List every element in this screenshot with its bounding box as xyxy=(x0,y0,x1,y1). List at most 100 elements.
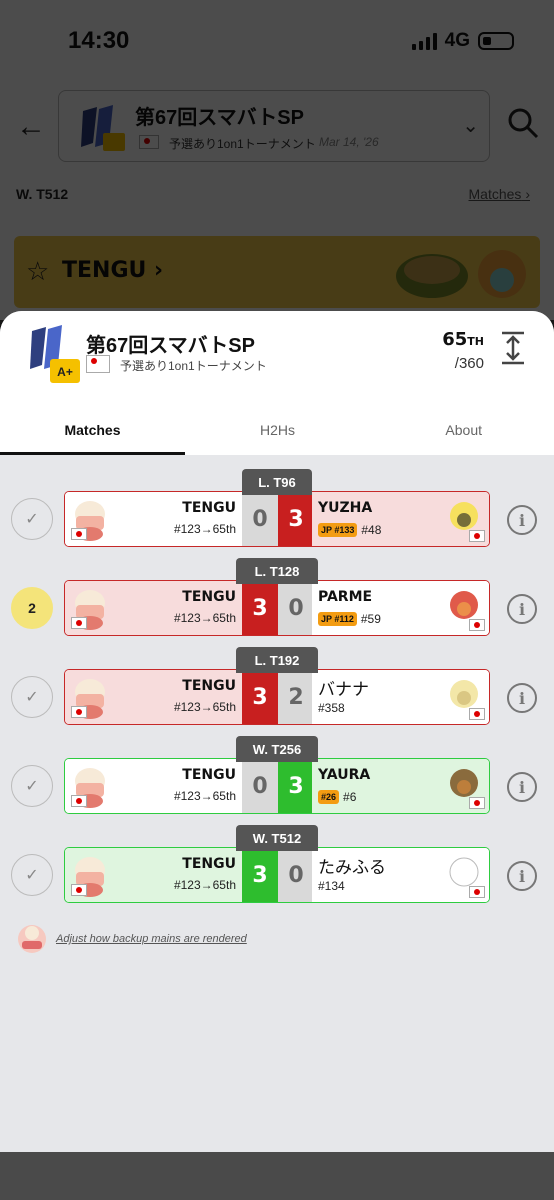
player-seed: #123→65th xyxy=(173,611,236,625)
match-card[interactable]: TENGU #123→65th 3 0 たみふる #134 xyxy=(64,847,490,903)
round-label: L. T96 xyxy=(242,469,312,495)
match-row[interactable]: L. T128 2 TENGU #123→65th 3 0 PARME JP #… xyxy=(0,558,554,638)
event-logo: A+ xyxy=(30,325,80,383)
opponent-info: JP #133 #48 xyxy=(318,523,381,537)
bg-matches-link[interactable]: Matches › xyxy=(469,186,530,202)
event-logo xyxy=(81,105,125,151)
event-subtitle: 予選あり1on1トーナメント xyxy=(169,137,316,151)
player-seed: #123→65th xyxy=(173,700,236,714)
player-banner[interactable]: ☆ TENGU › xyxy=(14,236,540,308)
opponent-score: 0 xyxy=(278,581,314,635)
tab-bar: Matches H2Hs About xyxy=(0,405,554,455)
info-icon[interactable]: i xyxy=(507,505,537,535)
match-card[interactable]: TENGU #123→65th 3 2 バナナ #358 xyxy=(64,669,490,725)
round-label: W. T512 xyxy=(236,825,318,851)
check-icon[interactable]: ✓ xyxy=(11,676,53,718)
player-score: 3 xyxy=(242,670,278,724)
opponent-seed: #59 xyxy=(360,612,381,626)
player-side: TENGU #123→65th xyxy=(65,492,242,546)
placement-rank: 65TH xyxy=(442,329,484,350)
event-selector[interactable]: 第67回スマバトSP 予選あり1on1トーナメント Mar 14, '26 ⌄ xyxy=(58,90,490,162)
round-label: W. T256 xyxy=(236,736,318,762)
match-row[interactable]: W. T256 ✓ TENGU #123→65th 0 3 YAURA #26 … xyxy=(0,736,554,816)
opponent-rank-badge: JP #133 xyxy=(318,523,358,537)
search-icon[interactable] xyxy=(506,106,540,140)
opponent-info: #134 xyxy=(318,879,345,893)
battery-icon xyxy=(478,32,514,50)
match-card[interactable]: TENGU #123→65th 0 3 YUZHA JP #133 #48 xyxy=(64,491,490,547)
match-card[interactable]: TENGU #123→65th 0 3 YAURA #26 #6 xyxy=(64,758,490,814)
opponent-seed: #134 xyxy=(318,879,345,893)
status-indicators: 4G xyxy=(411,30,514,52)
info-icon[interactable]: i xyxy=(507,861,537,891)
check-icon[interactable]: ✓ xyxy=(11,765,53,807)
japan-flag-icon xyxy=(139,135,159,149)
event-title: 第67回スマバトSP xyxy=(135,107,304,129)
japan-flag-icon xyxy=(469,530,485,542)
opponent-info: JP #112 #59 xyxy=(318,612,381,626)
opponent-seed: #48 xyxy=(361,523,382,537)
bg-round-label: W. T512 xyxy=(16,186,69,202)
player-seed: #123→65th xyxy=(173,789,236,803)
opponent-side: YAURA #26 #6 xyxy=(312,759,489,813)
player-banner-name: TENGU › xyxy=(62,258,164,283)
expand-icon[interactable] xyxy=(500,331,526,365)
player-side: TENGU #123→65th xyxy=(65,759,242,813)
backup-mains-link[interactable]: Adjust how backup mains are rendered xyxy=(56,933,247,945)
chevron-down-icon[interactable]: ⌄ xyxy=(462,113,479,138)
info-icon[interactable]: i xyxy=(507,772,537,802)
opponent-rank-badge: JP #112 xyxy=(318,612,357,626)
back-arrow-icon[interactable]: ← xyxy=(16,110,46,144)
opponent-name: YAURA xyxy=(318,767,371,783)
opponent-score: 3 xyxy=(278,759,314,813)
player-side: TENGU #123→65th xyxy=(65,670,242,724)
match-row[interactable]: L. T96 ✓ TENGU #123→65th 0 3 YUZHA JP #1… xyxy=(0,469,554,549)
player-name: TENGU xyxy=(182,589,236,605)
japan-flag-icon xyxy=(71,706,87,718)
opponent-score: 0 xyxy=(278,848,314,902)
player-side: TENGU #123→65th xyxy=(65,848,242,902)
signal-icon xyxy=(411,32,437,50)
player-side: TENGU #123→65th xyxy=(65,581,242,635)
tab-matches[interactable]: Matches xyxy=(0,405,185,455)
star-icon[interactable]: ☆ xyxy=(26,256,49,287)
info-icon[interactable]: i xyxy=(507,683,537,713)
japan-flag-icon xyxy=(71,884,87,896)
opponent-name: バナナ xyxy=(318,680,369,700)
player-score: 0 xyxy=(242,492,278,546)
opponent-info: #26 #6 xyxy=(318,790,356,804)
tab-about[interactable]: About xyxy=(370,405,554,455)
player-seed: #123→65th xyxy=(173,878,236,892)
match-row[interactable]: L. T192 ✓ TENGU #123→65th 3 2 バナナ #358 i xyxy=(0,647,554,727)
opponent-rank-badge: #26 xyxy=(318,790,340,804)
opponent-name: YUZHA xyxy=(318,500,373,516)
match-row[interactable]: W. T512 ✓ TENGU #123→65th 3 0 たみふる #134 … xyxy=(0,825,554,905)
info-icon[interactable]: i xyxy=(507,594,537,624)
player-name: TENGU xyxy=(182,856,236,872)
bottom-sheet: A+ 第67回スマバトSP 予選あり1on1トーナメント 65TH /360 M… xyxy=(0,311,554,1152)
opponent-info: #358 xyxy=(318,701,345,715)
opponent-seed: #358 xyxy=(318,701,345,715)
round-label: L. T192 xyxy=(236,647,318,673)
sheet-subtitle: 予選あり1on1トーナメント xyxy=(120,359,267,373)
pending-count[interactable]: 2 xyxy=(11,587,53,629)
tab-h2hs[interactable]: H2Hs xyxy=(185,405,370,455)
player-seed: #123→65th xyxy=(173,522,236,536)
player-name: TENGU xyxy=(182,767,236,783)
opponent-score: 3 xyxy=(278,492,314,546)
opponent-side: PARME JP #112 #59 xyxy=(312,581,489,635)
check-icon[interactable]: ✓ xyxy=(11,854,53,896)
opponent-side: YUZHA JP #133 #48 xyxy=(312,492,489,546)
opponent-score: 2 xyxy=(278,670,314,724)
opponent-seed: #6 xyxy=(343,790,357,804)
footer-note[interactable]: Adjust how backup mains are rendered xyxy=(16,923,247,955)
player-score: 0 xyxy=(242,759,278,813)
placement-total: /360 xyxy=(454,355,484,372)
japan-flag-icon xyxy=(469,886,485,898)
player-name: TENGU xyxy=(182,678,236,694)
app-header: ← 第67回スマバトSP 予選あり1on1トーナメント Mar 14, '26 … xyxy=(0,86,554,166)
japan-flag-icon xyxy=(71,617,87,629)
match-card[interactable]: TENGU #123→65th 3 0 PARME JP #112 #59 xyxy=(64,580,490,636)
japan-flag-icon xyxy=(71,528,87,540)
check-icon[interactable]: ✓ xyxy=(11,498,53,540)
